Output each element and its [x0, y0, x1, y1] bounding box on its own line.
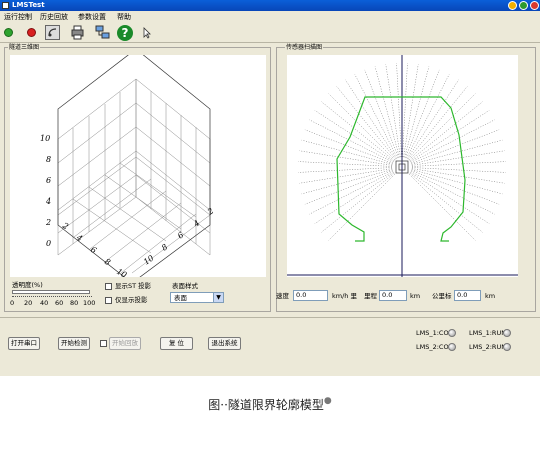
transparency-tick-label: 80	[70, 299, 79, 307]
scanner-icon[interactable]	[45, 25, 60, 40]
transparency-label: 透明度(%)	[12, 281, 43, 289]
help-icon[interactable]: ?	[117, 25, 133, 41]
speed-field[interactable]: 0.0	[293, 290, 328, 301]
transparency-slider[interactable]	[12, 290, 90, 294]
stop-icon[interactable]	[27, 28, 36, 37]
mileage-unit: km	[410, 292, 421, 300]
lms1-run-label: LMS_1:RUN	[469, 329, 507, 337]
z-tick-label: 8	[46, 155, 51, 164]
z-tick-label: 2	[45, 218, 51, 227]
projection-only-checkbox[interactable]	[105, 297, 112, 304]
open-port-button[interactable]: 打开串口	[8, 337, 40, 350]
sensor-scan-title: 传感器扫描图	[285, 44, 324, 51]
application-window: LMSTest 运行控制 历史回放 参数设置 帮助 ? 隧道三维图 10 8 6…	[0, 0, 540, 376]
menu-parameter-settings[interactable]: 参数设置	[78, 12, 106, 22]
separator	[0, 317, 540, 318]
lms2-run-label: LMS_2:RUN	[469, 343, 507, 351]
surface-style-select[interactable]: 表面 ▼	[170, 292, 224, 303]
minimize-button[interactable]	[508, 1, 517, 10]
transparency-tick-label: 100	[83, 299, 96, 307]
show-st-label: 显示ST 投影	[115, 282, 152, 290]
close-button[interactable]	[530, 1, 539, 10]
mileage-label: 里程	[364, 292, 377, 300]
mileage-field[interactable]: 0.0	[379, 290, 407, 301]
speed-label: 速度	[276, 292, 289, 300]
tunnel-3d-title: 隧道三维图	[8, 44, 41, 51]
z-tick-label: 6	[46, 176, 51, 185]
transparency-tick-label: 60	[55, 299, 64, 307]
menu-help[interactable]: 帮助	[117, 12, 131, 22]
lms2-com-indicator	[448, 343, 456, 351]
transparency-tick-label: 40	[40, 299, 49, 307]
transparency-tick-label: 0	[10, 299, 15, 307]
window-title: LMSTest	[12, 1, 45, 9]
menu-history-replay[interactable]: 历史回放	[40, 12, 68, 22]
start-icon[interactable]	[4, 28, 13, 37]
menu-run-control[interactable]: 运行控制	[4, 12, 32, 22]
transparency-tick-label: 20	[24, 299, 33, 307]
reset-button[interactable]: 复 位	[160, 337, 193, 350]
lms1-run-indicator	[503, 329, 511, 337]
chevron-down-icon[interactable]: ▼	[213, 293, 223, 302]
start-replay-checkbox[interactable]	[100, 340, 107, 347]
z-tick-label: 0	[46, 239, 51, 248]
surface-style-label: 表面样式	[172, 282, 198, 290]
z-tick-label: 4	[45, 197, 51, 206]
tunnel-3d-plot: 10 8 6 4 2 0 2 4 6 8 10 2 4 6 8 10	[10, 55, 266, 277]
pointer-icon[interactable]	[142, 27, 157, 42]
km-marker-field[interactable]: 0.0	[454, 290, 481, 301]
print-icon[interactable]	[70, 25, 85, 40]
start-detect-button[interactable]: 开始检测	[58, 337, 90, 350]
title-bar: LMSTest	[0, 0, 540, 11]
z-tick-label: 10	[40, 134, 50, 143]
sensor-scan-plot	[287, 55, 518, 277]
projection-only-label: 仅显示投影	[115, 296, 148, 304]
lms1-com-indicator	[448, 329, 456, 337]
maximize-button[interactable]	[519, 1, 528, 10]
menu-bar: 运行控制 历史回放 参数设置 帮助	[0, 11, 540, 23]
network-icon[interactable]	[95, 25, 110, 40]
caption-dot: ●	[323, 396, 332, 406]
app-icon	[2, 2, 9, 9]
km-marker-unit: km	[485, 292, 496, 300]
figure-caption: 图··隧道限界轮廓模型●	[0, 396, 540, 413]
transparency-ticks	[12, 296, 92, 298]
exit-system-button[interactable]: 退出系统	[208, 337, 241, 350]
surface-style-value: 表面	[174, 294, 187, 302]
show-st-checkbox[interactable]	[105, 283, 112, 290]
lms2-run-indicator	[503, 343, 511, 351]
start-replay-button[interactable]: 开始回放	[109, 337, 141, 350]
speed-unit: km/h 里	[332, 292, 357, 300]
toolbar: ?	[0, 23, 540, 43]
caption-text: 图··隧道限界轮廓模型	[208, 398, 324, 412]
km-marker-label: 公里标	[432, 292, 452, 300]
